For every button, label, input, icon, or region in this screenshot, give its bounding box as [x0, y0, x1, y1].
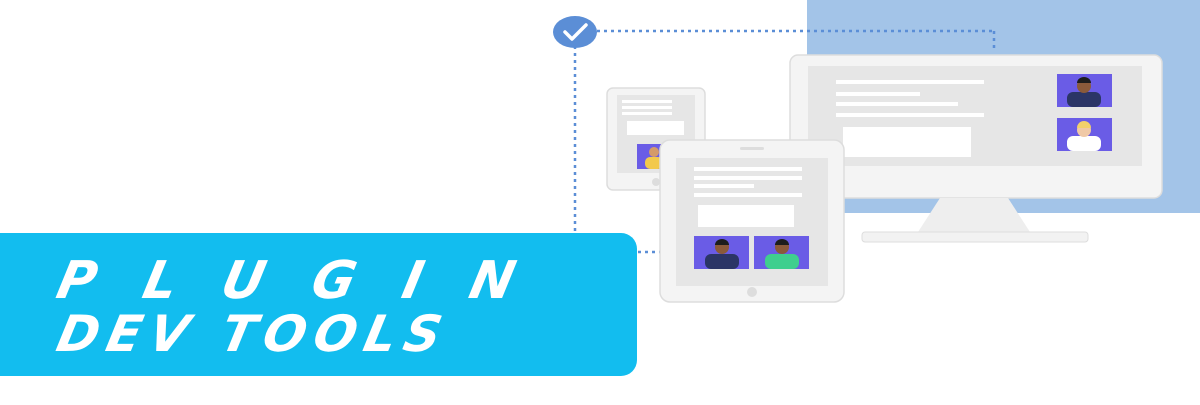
check-icon	[553, 16, 597, 48]
desktop-monitor	[789, 54, 1163, 243]
avatar-icon	[1057, 118, 1112, 151]
avatar-icon	[754, 236, 809, 269]
banner-title-line1: PLUGIN	[51, 251, 569, 311]
hero-illustration: PLUGIN DEV TOOLS	[0, 0, 1200, 400]
tablet	[659, 139, 845, 303]
banner-title-line2: DEV TOOLS	[51, 305, 455, 363]
title-banner: PLUGIN DEV TOOLS	[0, 233, 637, 376]
avatar-icon	[1057, 74, 1112, 107]
avatar-icon	[694, 236, 749, 269]
